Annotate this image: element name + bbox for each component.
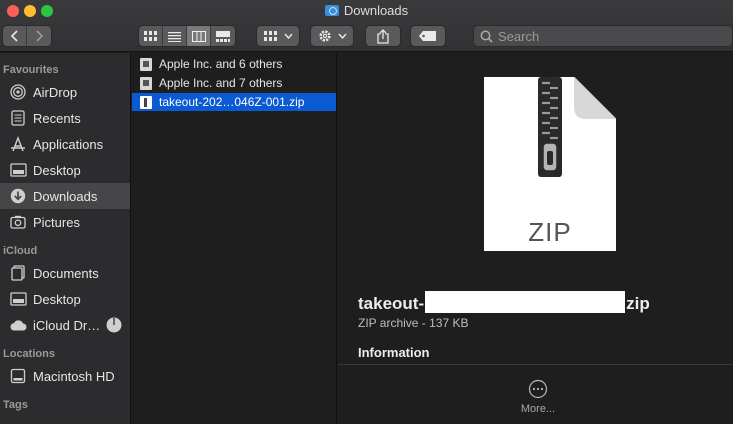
sidebar: Favourites AirDrop Recents Applications …: [0, 53, 131, 424]
airdrop-icon: [10, 84, 26, 100]
sidebar-header-tags: Tags: [3, 399, 28, 411]
sidebar-item-label: iCloud Dr…: [33, 317, 101, 333]
file-name-suffix: zip: [626, 294, 650, 313]
sidebar-item-label: Desktop: [33, 291, 81, 307]
gallery-icon: [216, 30, 230, 42]
file-icon: [140, 57, 152, 71]
file-name: Apple Inc. and 6 others: [159, 57, 283, 71]
chevron-down-icon: [283, 33, 293, 39]
downloads-folder-icon: [324, 5, 339, 16]
sidebar-item-downloads[interactable]: Downloads: [0, 183, 130, 209]
chevron-right-icon: [36, 30, 44, 42]
sidebar-item-label: Macintosh HD: [33, 368, 115, 384]
preview-file-kind: ZIP archive - 137 KB: [358, 316, 469, 330]
title-bar: Downloads: [0, 0, 733, 52]
group-by-button[interactable]: [256, 25, 300, 47]
tag-icon: [419, 31, 436, 41]
icloud-icon: [10, 320, 27, 331]
back-button[interactable]: [3, 26, 27, 46]
window-title: Downloads: [0, 3, 733, 19]
share-icon: [377, 28, 389, 44]
gear-icon: [318, 30, 331, 42]
grid-icon: [144, 30, 157, 41]
downloads-icon: [10, 188, 26, 204]
edit-tags-button[interactable]: [410, 25, 446, 47]
sync-progress-icon: [106, 317, 122, 333]
chevron-left-icon: [10, 30, 18, 42]
grid-icon: [263, 30, 277, 41]
sidebar-item-recents[interactable]: Recents: [0, 105, 130, 131]
zip-file-icon: [140, 95, 152, 109]
file-name: takeout-202…046Z-001.zip: [159, 95, 305, 109]
file-name-prefix: takeout-: [358, 294, 425, 313]
share-button[interactable]: [365, 25, 401, 47]
view-mode-selector: [138, 25, 236, 47]
sidebar-item-icloud-drive[interactable]: iCloud Dr…: [0, 312, 130, 338]
sidebar-item-label: Pictures: [33, 214, 80, 230]
sidebar-item-desktop[interactable]: Desktop: [0, 157, 130, 183]
more-icon[interactable]: [526, 377, 550, 401]
harddisk-icon: [10, 368, 26, 384]
list-view-button[interactable]: [163, 26, 187, 46]
gallery-view-button[interactable]: [211, 26, 235, 46]
sidebar-item-icloud-desktop[interactable]: Desktop: [0, 286, 130, 312]
sidebar-item-label: Recents: [33, 110, 81, 126]
sidebar-item-macintosh-hd[interactable]: Macintosh HD: [0, 363, 130, 389]
sidebar-item-applications[interactable]: Applications: [0, 131, 130, 157]
navigation-buttons: [2, 25, 52, 47]
sidebar-item-label: Documents: [33, 265, 99, 281]
sidebar-item-label: Desktop: [33, 162, 81, 178]
zip-icon-label: ZIP: [528, 217, 572, 247]
file-list-item[interactable]: Apple Inc. and 6 others: [132, 55, 336, 73]
window-title-text: Downloads: [343, 3, 409, 18]
divider: [338, 364, 733, 365]
recents-icon: [11, 110, 25, 126]
search-icon: [480, 30, 493, 43]
sidebar-header-locations: Locations: [3, 348, 55, 360]
chevron-down-icon: [337, 33, 347, 39]
pictures-icon: [10, 215, 26, 229]
sidebar-item-label: Downloads: [33, 188, 98, 204]
forward-button[interactable]: [27, 26, 51, 46]
file-column: Apple Inc. and 6 others Apple Inc. and 7…: [132, 53, 337, 424]
file-name: Apple Inc. and 7 others: [159, 76, 283, 90]
desktop-icon: [9, 292, 27, 306]
sidebar-item-airdrop[interactable]: AirDrop: [0, 79, 130, 105]
column-view-button[interactable]: [187, 26, 211, 46]
file-list-item[interactable]: Apple Inc. and 7 others: [132, 74, 336, 92]
list-icon: [168, 31, 181, 42]
columns-icon: [191, 30, 206, 42]
action-menu-button[interactable]: [310, 25, 354, 47]
preview-file-name: takeout-zip: [358, 291, 650, 314]
sidebar-header-icloud: iCloud: [3, 245, 38, 257]
sidebar-item-icloud-documents[interactable]: Documents: [0, 260, 130, 286]
more-button-label[interactable]: More...: [498, 403, 578, 415]
search-input[interactable]: [498, 28, 718, 44]
sidebar-item-label: Applications: [33, 136, 104, 152]
preview-pane: ZIP takeout-zip ZIP archive - 137 KB Inf…: [338, 53, 733, 424]
sidebar-item-label: AirDrop: [33, 84, 78, 100]
icon-view-button[interactable]: [139, 26, 163, 46]
information-section-header: Information: [358, 345, 430, 360]
desktop-icon: [9, 163, 27, 177]
file-icon: [140, 76, 152, 90]
sidebar-header-favourites: Favourites: [3, 64, 59, 76]
documents-icon: [11, 265, 25, 281]
sidebar-item-pictures[interactable]: Pictures: [0, 209, 130, 235]
applications-icon: [11, 136, 25, 152]
file-list-item-selected[interactable]: takeout-202…046Z-001.zip: [132, 93, 336, 111]
search-field[interactable]: [473, 25, 733, 47]
redacted-region: [425, 291, 626, 313]
